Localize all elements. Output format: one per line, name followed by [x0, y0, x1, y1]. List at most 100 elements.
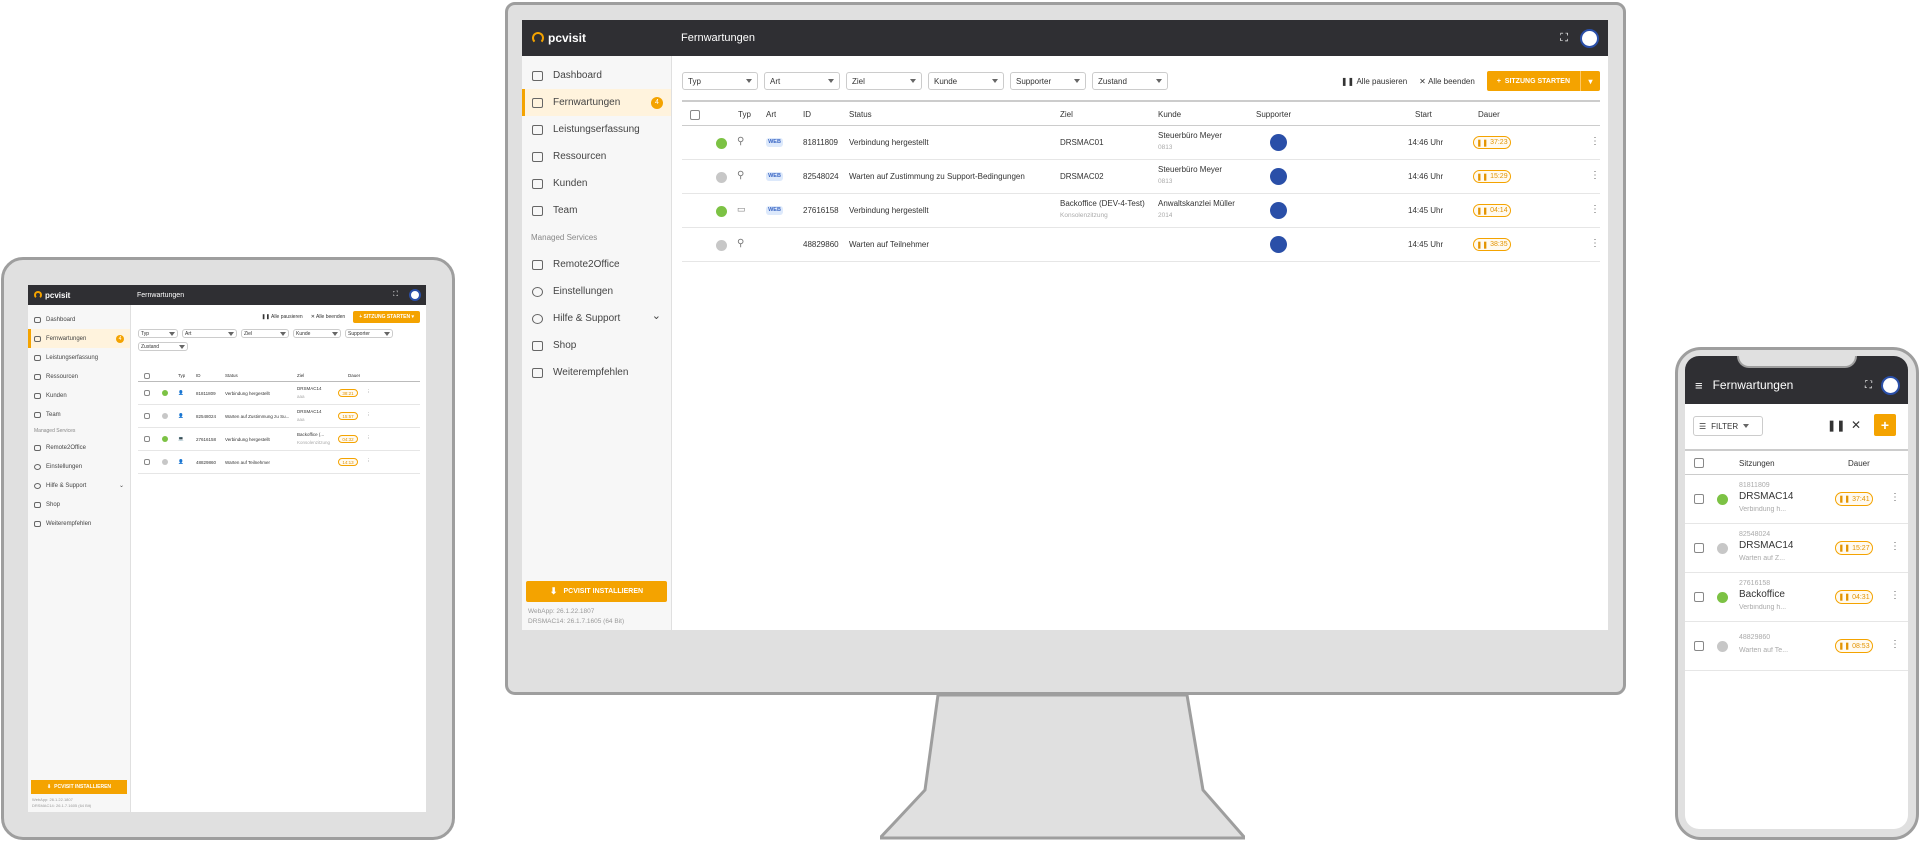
more-icon[interactable]: ⋮: [1890, 639, 1900, 650]
start-options-dropdown[interactable]: ▾: [1580, 71, 1600, 91]
table-row[interactable]: 👤 82548024 Warten auf Zustimmung zu Su..…: [138, 405, 420, 428]
sidebar-item-hilfe[interactable]: Hilfe & Support ⌄: [522, 305, 671, 332]
filter-kunde[interactable]: Kunde: [293, 329, 341, 338]
filter-art[interactable]: Art: [764, 72, 840, 90]
filter-supporter[interactable]: Supporter: [345, 329, 393, 338]
filter-zustand[interactable]: Zustand: [138, 342, 188, 351]
tablet-nav-kunden[interactable]: Kunden: [28, 386, 130, 405]
list-item[interactable]: 27616158 Backoffice Verbindung h... ❚❚ 0…: [1685, 573, 1908, 622]
filter-zustand[interactable]: Zustand: [1092, 72, 1168, 90]
end-all-button[interactable]: ✕ Alle beenden: [311, 314, 346, 320]
more-icon[interactable]: ⋮: [1890, 590, 1900, 601]
more-icon[interactable]: ⋮: [1590, 204, 1600, 215]
select-all-checkbox[interactable]: [144, 373, 150, 379]
avatar[interactable]: [1881, 375, 1900, 395]
filter-ziel[interactable]: Ziel: [241, 329, 289, 338]
filter-art[interactable]: Art: [182, 329, 237, 338]
start-session-group: + SITZUNG STARTEN ▾: [1486, 71, 1600, 91]
more-icon[interactable]: ⋮: [366, 412, 371, 418]
filter-supporter[interactable]: Supporter: [1010, 72, 1086, 90]
row-checkbox[interactable]: [1694, 543, 1704, 553]
row-checkbox[interactable]: [144, 436, 150, 442]
more-icon[interactable]: ⋮: [1590, 170, 1600, 181]
filter-kunde[interactable]: Kunde: [928, 72, 1004, 90]
more-icon[interactable]: ⋮: [366, 435, 371, 441]
sidebar-item-remote2office[interactable]: Remote2Office: [522, 251, 671, 278]
more-icon[interactable]: ⋮: [1890, 541, 1900, 552]
table-row[interactable]: ⚲ WEB 82548024 Warten auf Zustimmung zu …: [682, 160, 1600, 194]
table-row[interactable]: ⚲ 48829860 Warten auf Teilnehmer 14:45 U…: [682, 228, 1600, 262]
table-row[interactable]: 💻 27616158 Verbindung hergestellt Backof…: [138, 428, 420, 451]
pause-all-button[interactable]: ❚❚: [1827, 419, 1845, 432]
gear-icon: [34, 463, 41, 470]
tablet-nav-leistung[interactable]: Leistungserfassung: [28, 348, 130, 367]
more-icon[interactable]: ⋮: [1590, 238, 1600, 249]
caret-icon: [992, 79, 998, 83]
start-session-button[interactable]: +: [1874, 414, 1896, 436]
row-checkbox[interactable]: [1694, 494, 1704, 504]
list-item[interactable]: 48829860 Warten auf Te... ❚❚ 08:53 ⋮: [1685, 622, 1908, 671]
duration-value: 04:14: [1490, 207, 1508, 214]
tablet-nav-team[interactable]: Team: [28, 405, 130, 424]
row-checkbox[interactable]: [144, 459, 150, 465]
table-row[interactable]: ⚲ WEB 81811809 Verbindung hergestellt DR…: [682, 126, 1600, 160]
sidebar-item-dashboard[interactable]: Dashboard: [522, 62, 671, 89]
filter-button[interactable]: ☰ FILTER: [1693, 416, 1763, 436]
sidebar-item-weiterempfehlen[interactable]: Weiterempfehlen: [522, 359, 671, 386]
list-item[interactable]: 81811809 DRSMAC14 Verbindung h... ❚❚ 37:…: [1685, 475, 1908, 524]
select-all-checkbox[interactable]: [690, 110, 700, 120]
row-checkbox[interactable]: [1694, 641, 1704, 651]
table-row[interactable]: 👤 81811809 Verbindung hergestellt DRSMAC…: [138, 382, 420, 405]
sidebar-item-kunden[interactable]: Kunden: [522, 170, 671, 197]
row-ziel: Backoffice (...: [297, 432, 325, 437]
row-checkbox[interactable]: [144, 390, 150, 396]
filter-typ[interactable]: Typ: [682, 72, 758, 90]
list-item[interactable]: 82548024 DRSMAC14 Warten auf Z... ❚❚ 15:…: [1685, 524, 1908, 573]
end-all-button[interactable]: ✕: [1851, 418, 1861, 432]
sidebar-item-einstellungen[interactable]: Einstellungen: [522, 278, 671, 305]
nav-label: Hilfe & Support: [553, 313, 621, 324]
fullscreen-icon[interactable]: ⛶: [1865, 380, 1872, 391]
row-checkbox[interactable]: [144, 413, 150, 419]
filter-ziel[interactable]: Ziel: [846, 72, 922, 90]
more-icon[interactable]: ⋮: [366, 458, 371, 464]
duration-value: 38:21: [342, 390, 354, 396]
menu-icon[interactable]: ≡: [1695, 378, 1703, 393]
tablet-nav-weiterempfehlen[interactable]: Weiterempfehlen: [28, 514, 130, 533]
sidebar-item-ressourcen[interactable]: Ressourcen: [522, 143, 671, 170]
tablet-nav-shop[interactable]: Shop: [28, 495, 130, 514]
col-ziel: Ziel: [297, 373, 305, 378]
tablet-nav-einstellungen[interactable]: Einstellungen: [28, 457, 130, 476]
tablet-nav-dashboard[interactable]: Dashboard: [28, 310, 130, 329]
tablet-nav-remote2office[interactable]: Remote2Office: [28, 438, 130, 457]
sidebar-item-team[interactable]: Team: [522, 197, 671, 224]
filter-typ[interactable]: Typ: [138, 329, 178, 338]
more-icon[interactable]: ⋮: [1590, 136, 1600, 147]
pause-all-button[interactable]: ❚❚ Alle pausieren: [262, 314, 303, 320]
nav-badge: 4: [116, 334, 124, 343]
tablet-nav-ressourcen[interactable]: Ressourcen: [28, 367, 130, 386]
start-session-button[interactable]: + SITZUNG STARTEN: [1486, 71, 1580, 91]
tablet-install-button[interactable]: ⬇ PCVISIT INSTALLIEREN: [31, 780, 127, 794]
more-icon[interactable]: ⋮: [366, 389, 371, 395]
sidebar-item-fernwartungen[interactable]: Fernwartungen 4: [522, 89, 671, 116]
select-all-checkbox[interactable]: [1694, 458, 1704, 468]
start-session-button[interactable]: + SITZUNG STARTEN ▾: [353, 311, 420, 323]
install-button[interactable]: ⬇ PCVISIT INSTALLIEREN: [526, 581, 667, 602]
more-icon[interactable]: ⋮: [1890, 492, 1900, 503]
tablet-nav-hilfe[interactable]: Hilfe & Support ⌄: [28, 476, 130, 495]
col-typ: Typ: [738, 110, 751, 119]
avatar[interactable]: [409, 289, 421, 301]
tablet-nav-fernwartungen[interactable]: Fernwartungen 4: [28, 329, 130, 348]
fullscreen-icon[interactable]: ⛶: [393, 291, 398, 299]
sidebar-item-shop[interactable]: Shop: [522, 332, 671, 359]
end-all-button[interactable]: ✕ Alle beenden: [1419, 77, 1475, 86]
table-row[interactable]: ▭ WEB 27616158 Verbindung hergestellt Ba…: [682, 194, 1600, 228]
table-row[interactable]: 👤 48829860 Warten auf Teilnehmer 14:13 ⋮: [138, 451, 420, 474]
fullscreen-icon[interactable]: ⛶: [1560, 32, 1568, 45]
pause-all-button[interactable]: ❚❚ Alle pausieren: [1341, 77, 1407, 86]
avatar[interactable]: [1580, 28, 1599, 48]
row-checkbox[interactable]: [1694, 592, 1704, 602]
nav: Dashboard Fernwartungen 4 Leistungserfass…: [522, 62, 671, 386]
sidebar-item-leistung[interactable]: Leistungserfassung: [522, 116, 671, 143]
